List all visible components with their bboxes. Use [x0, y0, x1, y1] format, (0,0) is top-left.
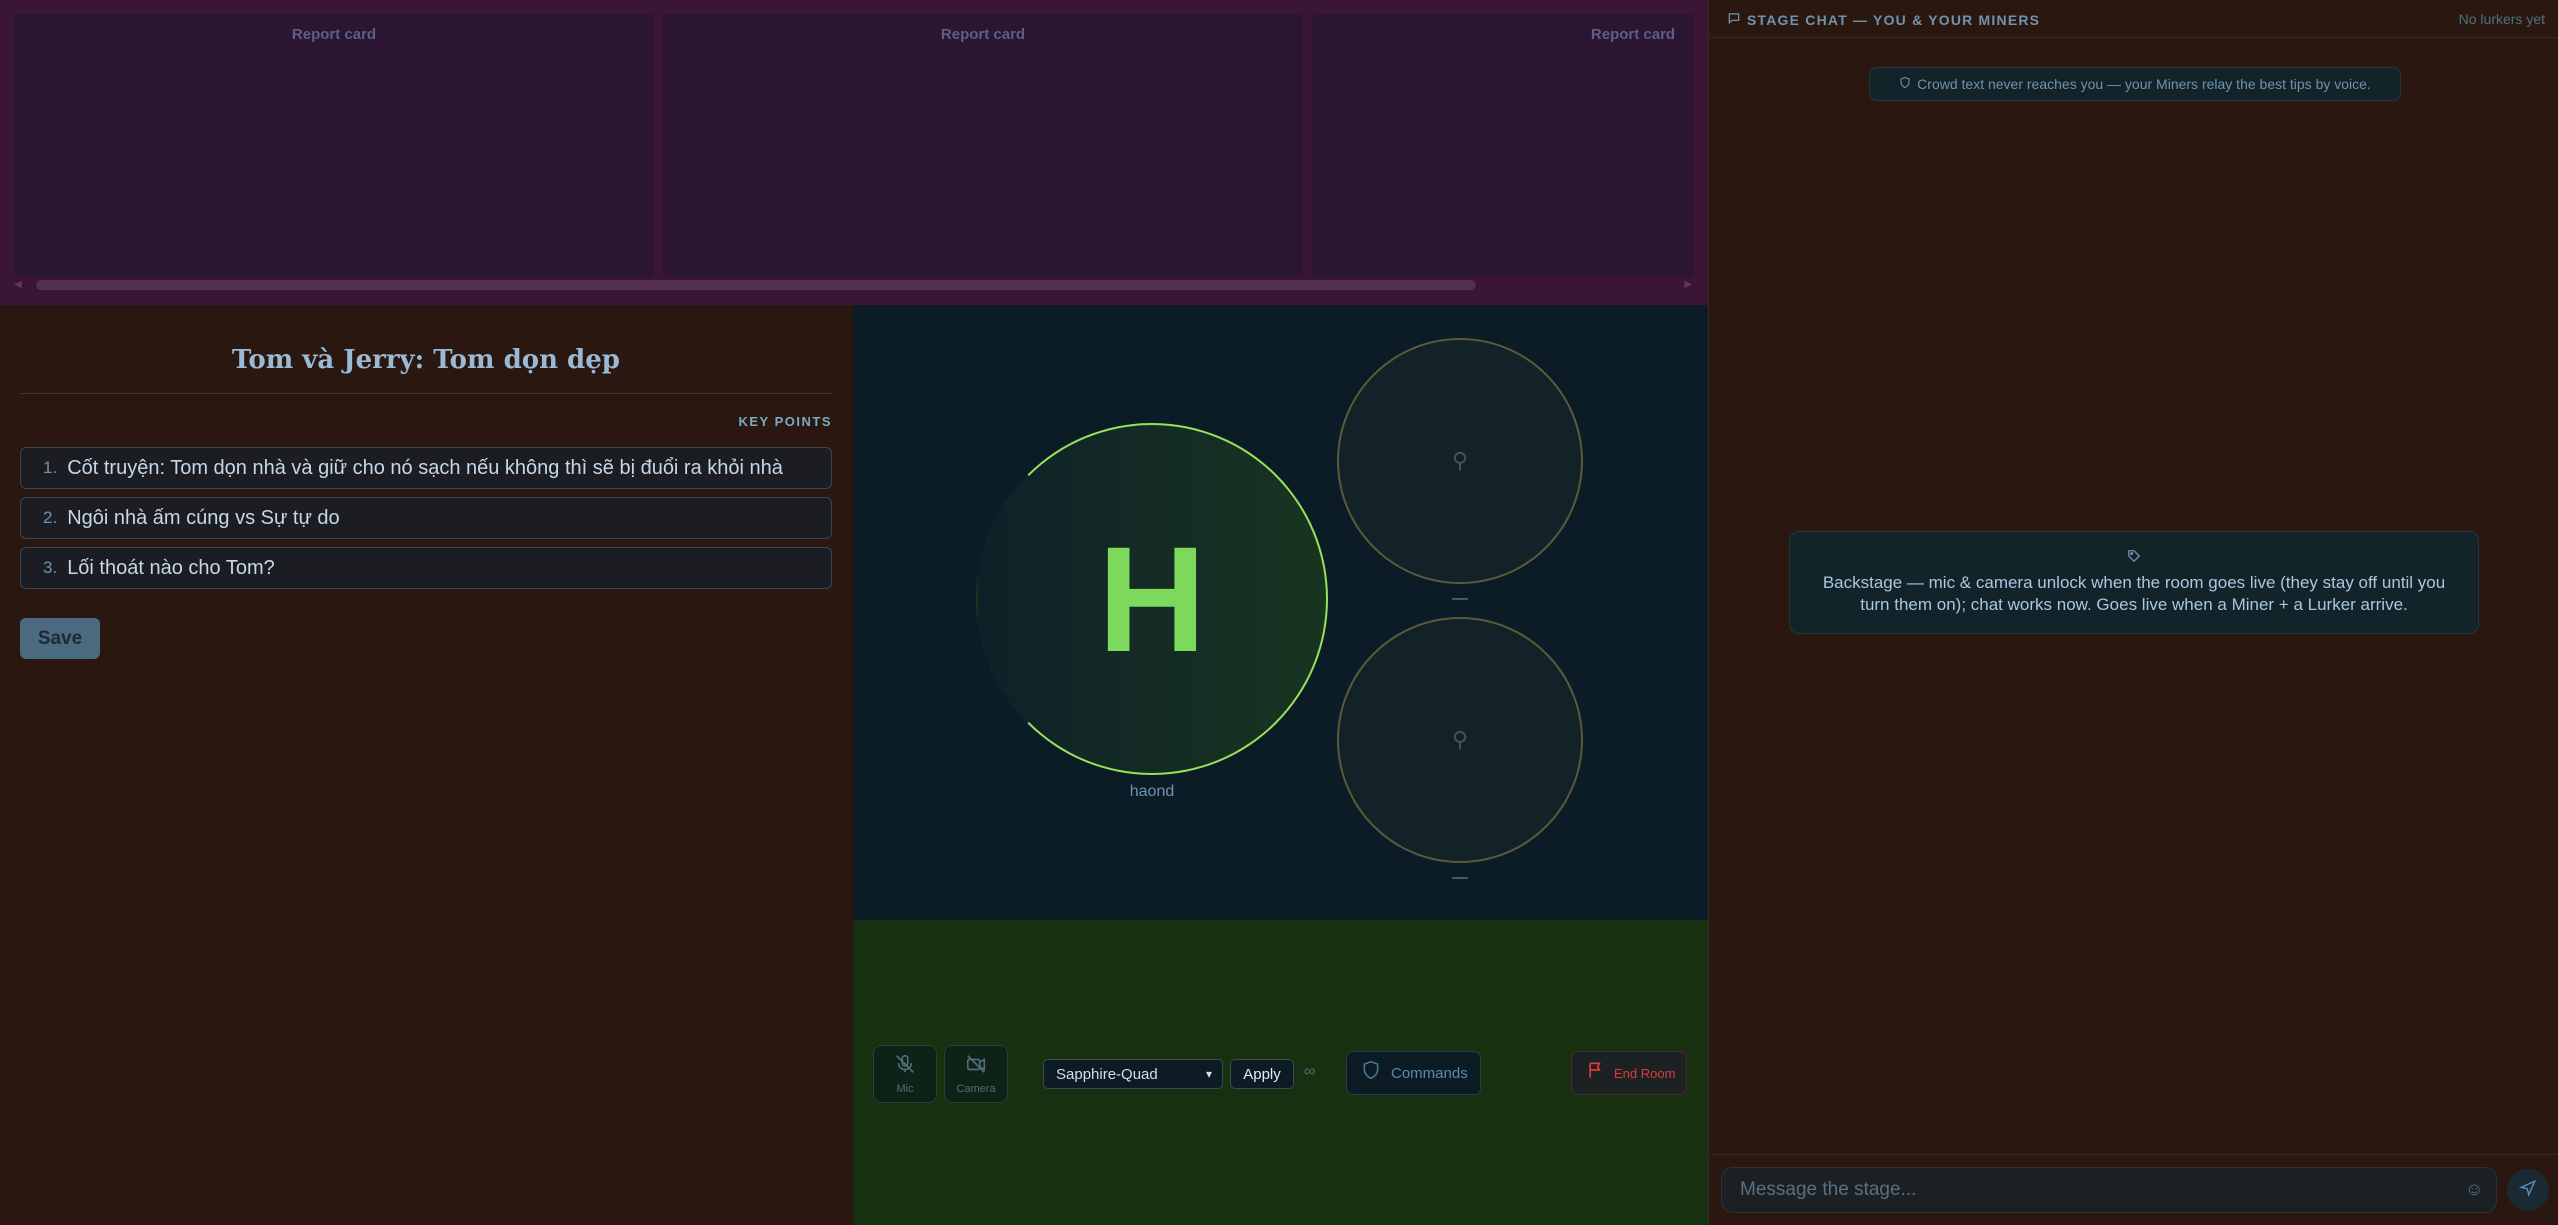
key-point-text[interactable]: Cốt truyện: Tom dọn nhà và giữ cho nó sạ…: [67, 457, 783, 480]
key-point-number: 1.: [43, 458, 58, 477]
end-room-button[interactable]: End Room: [1571, 1051, 1687, 1095]
camera-off-icon: [965, 1053, 987, 1079]
send-button[interactable]: [2507, 1169, 2549, 1211]
host-initial: H: [1097, 515, 1207, 683]
link-icon: ⚲: [1451, 727, 1469, 752]
chat-title-text: STAGE CHAT — YOU & YOUR MINERS: [1747, 11, 2041, 28]
save-button[interactable]: Save: [20, 618, 100, 659]
chat-panel: STAGE CHAT — YOU & YOUR MINERS No lurker…: [1708, 0, 2558, 1225]
key-point-number: 3.: [43, 558, 58, 577]
report-card[interactable]: Report card: [663, 14, 1303, 276]
end-room-label: End Room: [1614, 1065, 1676, 1081]
flag-icon: [1586, 1059, 1606, 1087]
report-strip: Report card Report card Report card ◀ ▶: [0, 0, 1708, 305]
report-card[interactable]: Report card: [14, 14, 654, 276]
key-point-text[interactable]: Lối thoát nào cho Tom?: [67, 557, 275, 580]
horizontal-scrollbar[interactable]: ◀ ▶: [14, 279, 1692, 291]
chat-title: STAGE CHAT — YOU & YOUR MINERS: [1727, 11, 2040, 28]
key-points-heading: KEY POINTS: [738, 414, 832, 429]
emoji-icon[interactable]: ☺: [2465, 1179, 2483, 1200]
report-card-label: Report card: [940, 25, 1026, 43]
report-card[interactable]: Report card: [1312, 14, 1694, 276]
crowd-notice-text: Crowd text never reaches you — your Mine…: [1917, 76, 2371, 92]
apply-button[interactable]: Apply: [1230, 1059, 1294, 1089]
controls-bar: Mic Camera Sapphire-Quad ▾ Apply ∞ Comma…: [853, 920, 1708, 1225]
key-point-text[interactable]: Ngôi nhà ấm cúng vs Sự tự do: [67, 507, 339, 530]
camera-label: Camera: [956, 1083, 996, 1095]
divider: [20, 393, 832, 394]
scrollbar-thumb[interactable]: [36, 280, 1476, 290]
miner-slot-label: —: [1452, 869, 1468, 886]
layout-select[interactable]: Sapphire-Quad ▾: [1043, 1059, 1223, 1089]
camera-button[interactable]: Camera: [944, 1045, 1008, 1103]
mic-off-icon: [894, 1053, 916, 1079]
host-avatar[interactable]: H: [976, 423, 1328, 775]
app-root: Report card Report card Report card ◀ ▶ …: [0, 0, 2558, 1225]
report-card-label: Report card: [1590, 25, 1676, 43]
stage: H haond ⚲ — ⚲ —: [853, 305, 1708, 920]
commands-label: Commands: [1391, 1064, 1468, 1082]
shield-icon: [1899, 76, 1911, 92]
chevron-down-icon: ▾: [1205, 1067, 1212, 1081]
mic-label: Mic: [896, 1083, 914, 1095]
notes-panel: Tom và Jerry: Tom dọn dẹp KEY POINTS 1. …: [0, 305, 853, 1225]
key-point-number: 2.: [43, 508, 58, 527]
host-name: haond: [1129, 783, 1175, 800]
link-icon: ⚲: [1451, 448, 1469, 473]
miner-slot[interactable]: ⚲: [1337, 338, 1583, 584]
key-point-field[interactable]: 3. Lối thoát nào cho Tom?: [20, 547, 832, 589]
crowd-notice: Crowd text never reaches you — your Mine…: [1869, 67, 2401, 101]
backstage-notice-text: Backstage — mic & camera unlock when the…: [1822, 573, 2446, 614]
layout-select-value: Sapphire-Quad: [1056, 1065, 1158, 1083]
chat-footer: ☺: [1709, 1154, 2558, 1225]
miner-slot[interactable]: ⚲: [1337, 617, 1583, 863]
send-icon: [2518, 1179, 2537, 1202]
key-point-field[interactable]: 2. Ngôi nhà ấm cúng vs Sự tự do: [20, 497, 832, 539]
miner-slot-label: —: [1452, 590, 1468, 607]
key-point-field[interactable]: 1. Cốt truyện: Tom dọn nhà và giữ cho nó…: [20, 447, 832, 489]
mic-button[interactable]: Mic: [873, 1045, 937, 1103]
scroll-left-icon[interactable]: ◀: [14, 279, 22, 290]
tag-icon: [2127, 549, 2141, 566]
commands-button[interactable]: Commands: [1346, 1051, 1481, 1095]
backstage-notice: Backstage — mic & camera unlock when the…: [1789, 531, 2479, 634]
notes-title: Tom và Jerry: Tom dọn dẹp: [232, 345, 620, 375]
shield-icon: [1361, 1059, 1381, 1087]
chat-bubble-icon: [1727, 11, 1741, 28]
scroll-right-icon[interactable]: ▶: [1684, 279, 1692, 290]
infinity-icon: ∞: [1304, 1063, 1316, 1080]
lurker-status: No lurkers yet: [2458, 11, 2545, 27]
chat-header: STAGE CHAT — YOU & YOUR MINERS No lurker…: [1709, 0, 2558, 38]
message-input[interactable]: [1721, 1167, 2497, 1213]
report-card-label: Report card: [291, 25, 377, 43]
